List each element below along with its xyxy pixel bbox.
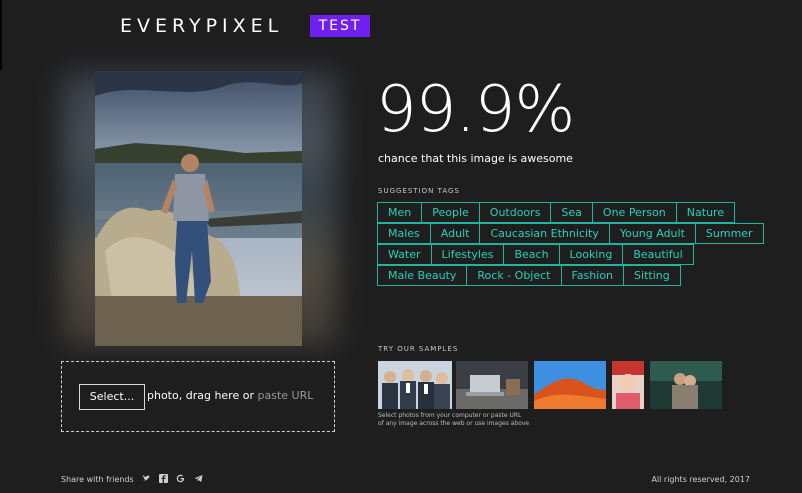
- sample-business-people[interactable]: [378, 361, 452, 409]
- sample-laptop-desk[interactable]: [456, 361, 528, 409]
- tag[interactable]: Caucasian Ethnicity: [479, 223, 610, 244]
- tag[interactable]: Summer: [694, 223, 764, 244]
- google-icon[interactable]: [176, 474, 185, 483]
- awesome-score: 99.9%: [376, 73, 575, 147]
- facebook-icon[interactable]: [159, 474, 168, 483]
- upload-dropzone[interactable]: Select... photo, drag here or paste URL: [61, 361, 335, 432]
- upload-text-main: photo, drag here or: [147, 389, 254, 402]
- tag[interactable]: Fashion: [560, 265, 625, 286]
- tag-row: Males Adult Caucasian Ethnicity Young Ad…: [377, 223, 764, 244]
- tag[interactable]: Looking: [558, 244, 624, 265]
- sample-red-dunes[interactable]: [534, 361, 606, 409]
- tag[interactable]: Sitting: [623, 265, 681, 286]
- tag[interactable]: Water: [377, 244, 432, 265]
- tag[interactable]: One Person: [591, 202, 677, 223]
- sample-couple-forest[interactable]: [650, 361, 722, 409]
- tag[interactable]: Beach: [503, 244, 560, 265]
- tag[interactable]: Rock - Object: [466, 265, 562, 286]
- tag-row: Male Beauty Rock - Object Fashion Sittin…: [377, 265, 757, 286]
- paste-url-link[interactable]: paste URL: [257, 389, 313, 402]
- tag[interactable]: People: [421, 202, 480, 223]
- samples-note: Select photos from your computer or past…: [378, 412, 538, 428]
- tag[interactable]: Male Beauty: [377, 265, 468, 286]
- upload-instructions: photo, drag here or paste URL: [147, 389, 313, 402]
- score-caption: chance that this image is awesome: [378, 152, 573, 165]
- tag[interactable]: Sea: [550, 202, 593, 223]
- test-badge[interactable]: TEST: [310, 15, 370, 37]
- tag[interactable]: Beautiful: [622, 244, 694, 265]
- window-edge: [0, 0, 2, 70]
- logo[interactable]: EVERYPIXEL: [120, 15, 283, 37]
- sample-girl-portrait[interactable]: [612, 361, 644, 409]
- tags-title: SUGGESTION TAGS: [378, 187, 460, 195]
- tag[interactable]: Outdoors: [478, 202, 552, 223]
- tag[interactable]: Young Adult: [608, 223, 696, 244]
- samples-title: TRY OUR SAMPLES: [378, 345, 459, 353]
- tag[interactable]: Men: [377, 202, 423, 223]
- uploaded-photo: [95, 71, 302, 346]
- telegram-icon[interactable]: [194, 474, 203, 483]
- select-file-button[interactable]: Select...: [79, 384, 145, 410]
- tag-row: Men People Outdoors Sea One Person Natur…: [377, 202, 757, 223]
- share-label: Share with friends: [61, 475, 134, 484]
- copyright-text: All rights reserved, 2017: [651, 475, 750, 484]
- copyright: All rights reserved, 2017: [651, 475, 750, 484]
- samples-note-line1: Select photos from your computer or past…: [378, 412, 522, 419]
- twitter-icon[interactable]: [142, 474, 151, 483]
- tag[interactable]: Lifestyles: [430, 244, 505, 265]
- tag[interactable]: Nature: [675, 202, 736, 223]
- tag[interactable]: Males: [377, 223, 431, 244]
- suggestion-tags: Men People Outdoors Sea One Person Natur…: [377, 202, 764, 286]
- tag[interactable]: Adult: [429, 223, 481, 244]
- tag-row: Water Lifestyles Beach Looking Beautiful: [377, 244, 757, 265]
- samples-note-line2: of any image across the web or use image…: [378, 420, 530, 427]
